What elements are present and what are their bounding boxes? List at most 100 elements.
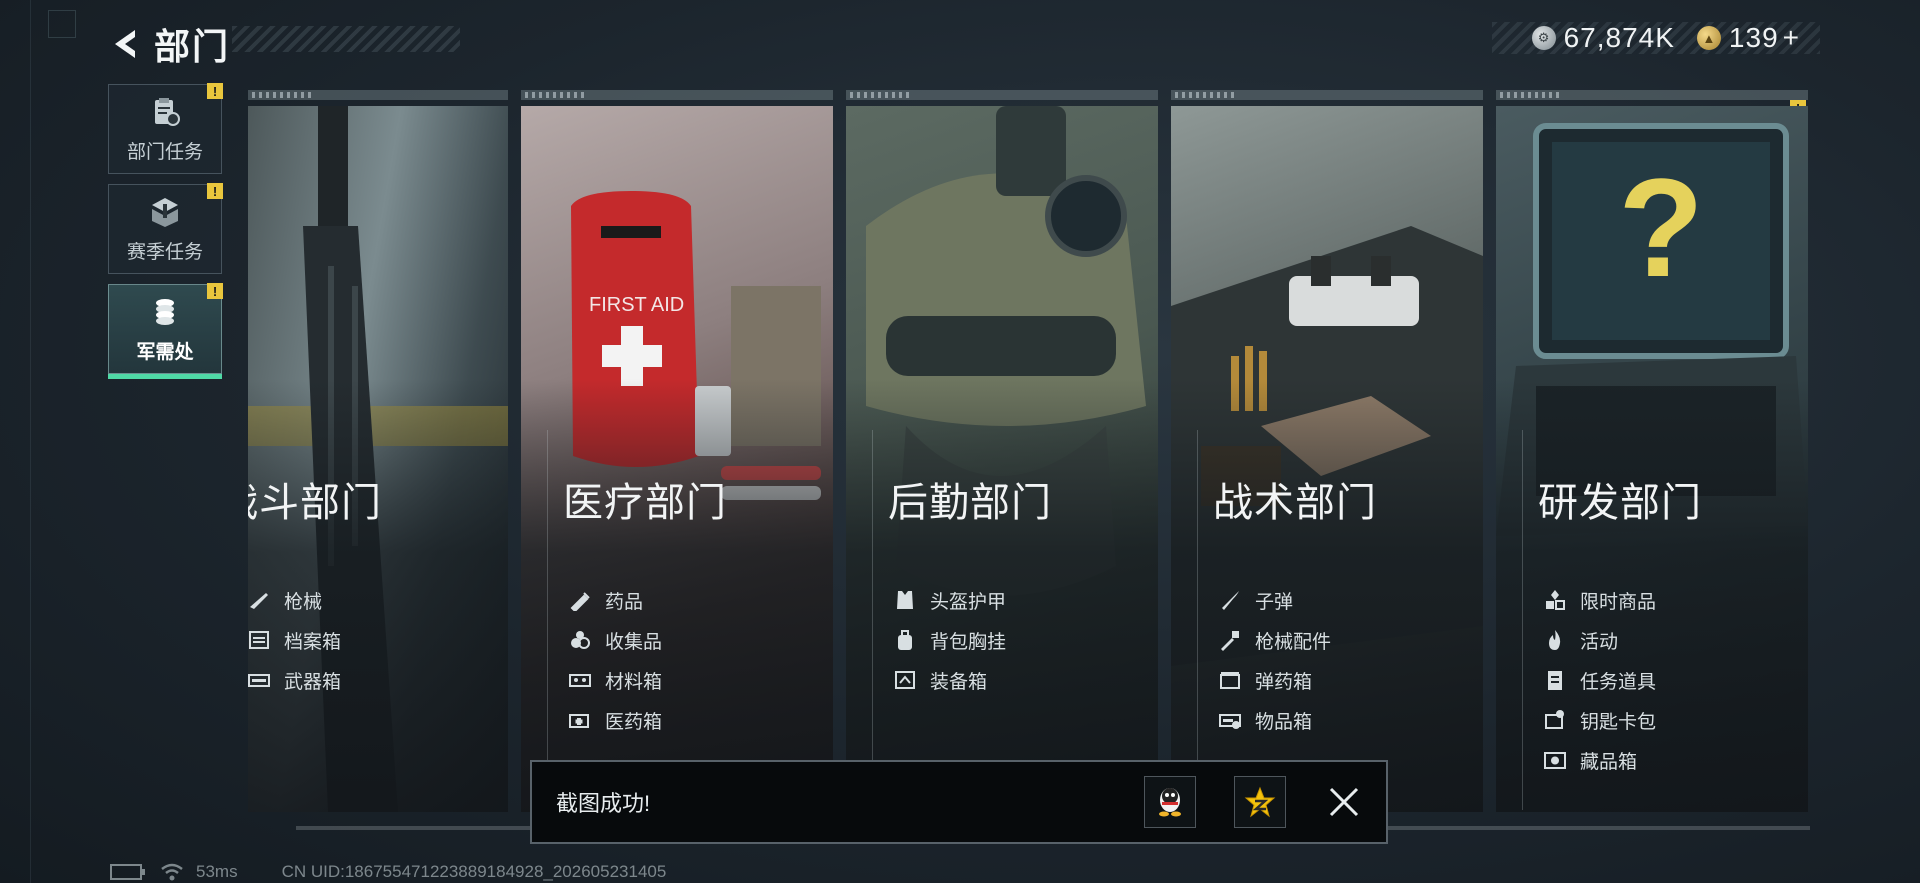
alert-badge: ! [207,283,223,299]
currency-bar: ⚙ 67,874K ▲ 139 + [1491,22,1820,54]
grid-decoration [30,0,31,883]
screenshot-toast: 截图成功! [530,760,1388,844]
weapon-attachment-icon [1219,629,1241,651]
department-item[interactable]: 活动 [1544,620,1656,660]
department-card-logistics[interactable]: 后勤部门 头盔护甲 背包胸挂 装备箱 [846,90,1158,812]
department-card-medical[interactable]: FIRST AID 医疗部门 药品 收集品 材料箱 医药箱 [521,90,833,812]
department-item[interactable]: 藏品箱 [1544,740,1656,780]
limited-goods-icon [1544,589,1566,611]
corner-decoration [48,10,76,38]
silver-coin-icon: ⚙ [1531,26,1556,50]
user-uid: CN UID:18675547122388918492​8_2026052314… [281,862,667,881]
status-footer: 53ms CN UID:18675547122388918492​8_20260… [110,862,666,882]
material-box-icon [569,669,591,691]
department-item[interactable]: 限时商品 [1544,580,1656,620]
keycard-pack-icon [1544,709,1566,731]
battery-icon [110,864,145,880]
collectibles-icon [569,629,591,651]
card-topbar [248,90,508,100]
alert-badge: ! [207,83,223,99]
department-name: 战斗部门 [248,481,382,525]
department-item[interactable]: 材料箱 [569,660,662,700]
card-divider-line [872,430,873,810]
gold-coin-icon: ▲ [1696,26,1721,50]
department-item-list: 枪械 档案箱 武器箱 [248,580,341,700]
item-box-icon [1219,709,1241,731]
department-item[interactable]: 装备箱 [894,660,1006,700]
active-tab-indicator [108,374,222,379]
department-item-list: 药品 收集品 材料箱 医药箱 [569,580,662,740]
department-item[interactable]: 物品箱 [1219,700,1331,740]
tab-label: 部门任务 [126,141,203,163]
season-crate-icon [152,197,178,227]
gold-plus-button[interactable]: + [1783,22,1800,54]
ping-value: 53ms [196,862,238,881]
question-mark-text: ? [1618,149,1704,306]
back-arrow-icon [115,30,135,58]
rifle-icon [248,589,270,611]
event-fire-icon [1544,629,1566,651]
mission-item-icon [1544,669,1566,691]
department-item[interactable]: 弹药箱 [1219,660,1331,700]
card-topbar [1496,90,1808,100]
wifi-icon [161,863,183,881]
card-topbar [1171,90,1483,100]
tab-quartermaster[interactable]: ! 军需处 [108,283,223,379]
department-item-list: 限时商品 活动 任务道具 钥匙卡包 藏品箱 [1544,580,1656,780]
share-qzone-button[interactable] [1234,776,1286,828]
department-name: 战术部门 [1213,481,1377,525]
bullet-icon [1219,589,1241,611]
department-item-list: 头盔护甲 背包胸挂 装备箱 [894,580,1006,700]
department-item[interactable]: 头盔护甲 [894,580,1006,620]
department-name: 研发部门 [1538,481,1702,525]
medkit-box-icon [569,709,591,731]
department-item[interactable]: 武器箱 [248,660,341,700]
card-shade [521,378,833,812]
page-title: 部门 [154,26,231,67]
card-divider-line [1522,430,1523,810]
department-card-tactical[interactable]: 战术部门 子弹 枪械配件 弹药箱 物品箱 [1171,90,1483,812]
department-item[interactable]: 收集品 [569,620,662,660]
qzone-star-icon [1244,786,1276,818]
toast-close-button[interactable] [1324,782,1364,822]
equipment-box-icon [894,669,916,691]
weapon-case-icon [248,669,270,691]
department-name: 后勤部门 [888,481,1052,525]
armor-vest-icon [894,589,916,611]
title-stripe-decoration [232,26,460,52]
syringe-icon [569,589,591,611]
tab-department-tasks[interactable]: ! 部门任务 [108,83,223,174]
department-card-rnd[interactable]: ! ? 研发部门 限时商品 活动 任务道具 钥匙卡包 藏品箱 [1496,90,1808,812]
tab-season-tasks[interactable]: ! 赛季任务 [108,183,223,274]
department-card-combat[interactable]: 战斗部门 枪械 档案箱 武器箱 [248,90,508,812]
department-item[interactable]: 档案箱 [248,620,341,660]
department-item[interactable]: 任务道具 [1544,660,1656,700]
backpack-icon [894,629,916,651]
toast-message: 截图成功! [556,791,651,816]
department-item[interactable]: 枪械 [248,580,341,620]
first-aid-text: FIRST AID [589,294,684,316]
qq-penguin-icon [1159,788,1181,817]
document-box-icon [248,629,270,651]
share-qq-button[interactable] [1144,776,1196,828]
close-icon [1329,787,1359,817]
department-item[interactable]: 背包胸挂 [894,620,1006,660]
collection-box-icon [1544,749,1566,771]
department-item[interactable]: 医药箱 [569,700,662,740]
department-item[interactable]: 枪械配件 [1219,620,1331,660]
header: 部门 [108,18,230,70]
department-item[interactable]: 钥匙卡包 [1544,700,1656,740]
card-divider-line [1197,430,1198,810]
department-name: 医疗部门 [563,481,727,525]
department-item[interactable]: 子弹 [1219,580,1331,620]
tab-label: 军需处 [136,341,194,363]
ammo-box-icon [1219,669,1241,691]
silver-amount: 67,874K [1563,22,1675,53]
card-topbar [846,90,1158,100]
department-item[interactable]: 药品 [569,580,662,620]
coin-stack-icon [156,298,174,325]
gold-amount: 139 [1728,22,1779,53]
back-button[interactable] [108,22,144,66]
card-topbar [521,90,833,100]
card-divider-line [547,430,548,810]
